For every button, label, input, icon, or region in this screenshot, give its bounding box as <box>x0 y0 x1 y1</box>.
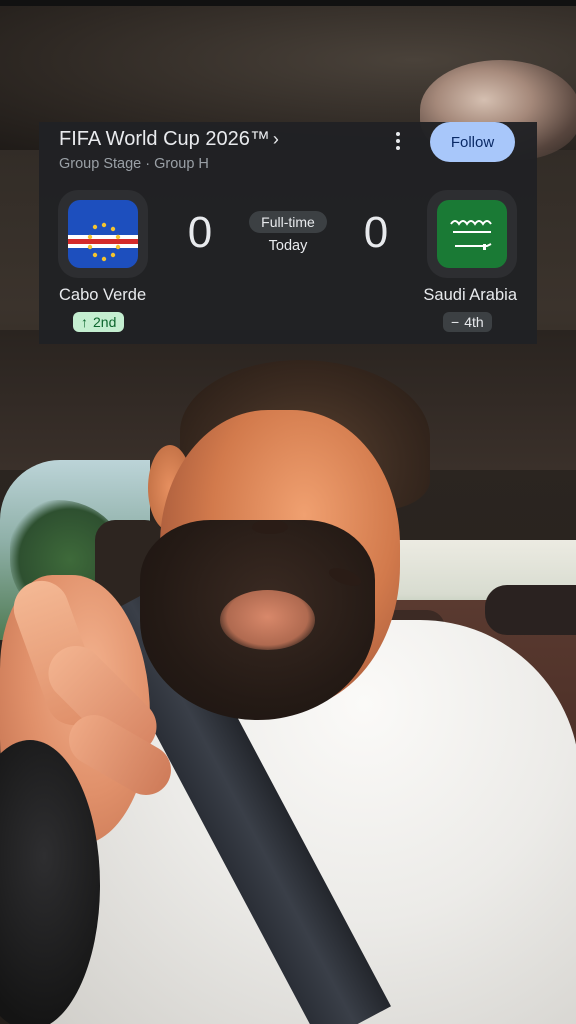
dash-icon: − <box>451 314 460 330</box>
home-score: 0 <box>187 208 213 257</box>
chevron-right-icon: › <box>272 128 279 149</box>
eye <box>252 520 288 534</box>
arrow-up-icon: ↑ <box>81 314 88 330</box>
match-score-card[interactable]: FIFA World Cup 2026™ › Group Stage · Gro… <box>39 122 537 344</box>
follow-button[interactable]: Follow <box>430 122 515 162</box>
cabo-verde-flag-icon <box>68 200 138 268</box>
home-group-rank: ↑ 2nd <box>73 312 125 332</box>
mouth <box>220 590 315 650</box>
headrest <box>485 585 576 635</box>
away-team-name[interactable]: Saudi Arabia <box>423 286 517 305</box>
competition-link[interactable]: FIFA World Cup 2026™ › <box>59 126 279 152</box>
away-group-rank: − 4th <box>443 312 492 332</box>
away-team-logo[interactable] <box>427 190 517 278</box>
top-edge <box>0 0 576 6</box>
saudi-arabia-flag-icon <box>437 200 507 268</box>
home-team-name[interactable]: Cabo Verde <box>59 286 146 305</box>
match-stage: Group Stage · Group H <box>59 156 209 172</box>
away-score: 0 <box>363 208 389 257</box>
home-team-logo[interactable] <box>58 190 148 278</box>
match-date: Today <box>268 238 308 254</box>
away-rank-label: 4th <box>464 314 484 330</box>
competition-title: FIFA World Cup 2026™ <box>59 128 270 150</box>
match-status-badge: Full-time <box>249 211 327 233</box>
more-options-icon[interactable] <box>389 128 407 154</box>
home-rank-label: 2nd <box>93 314 117 330</box>
